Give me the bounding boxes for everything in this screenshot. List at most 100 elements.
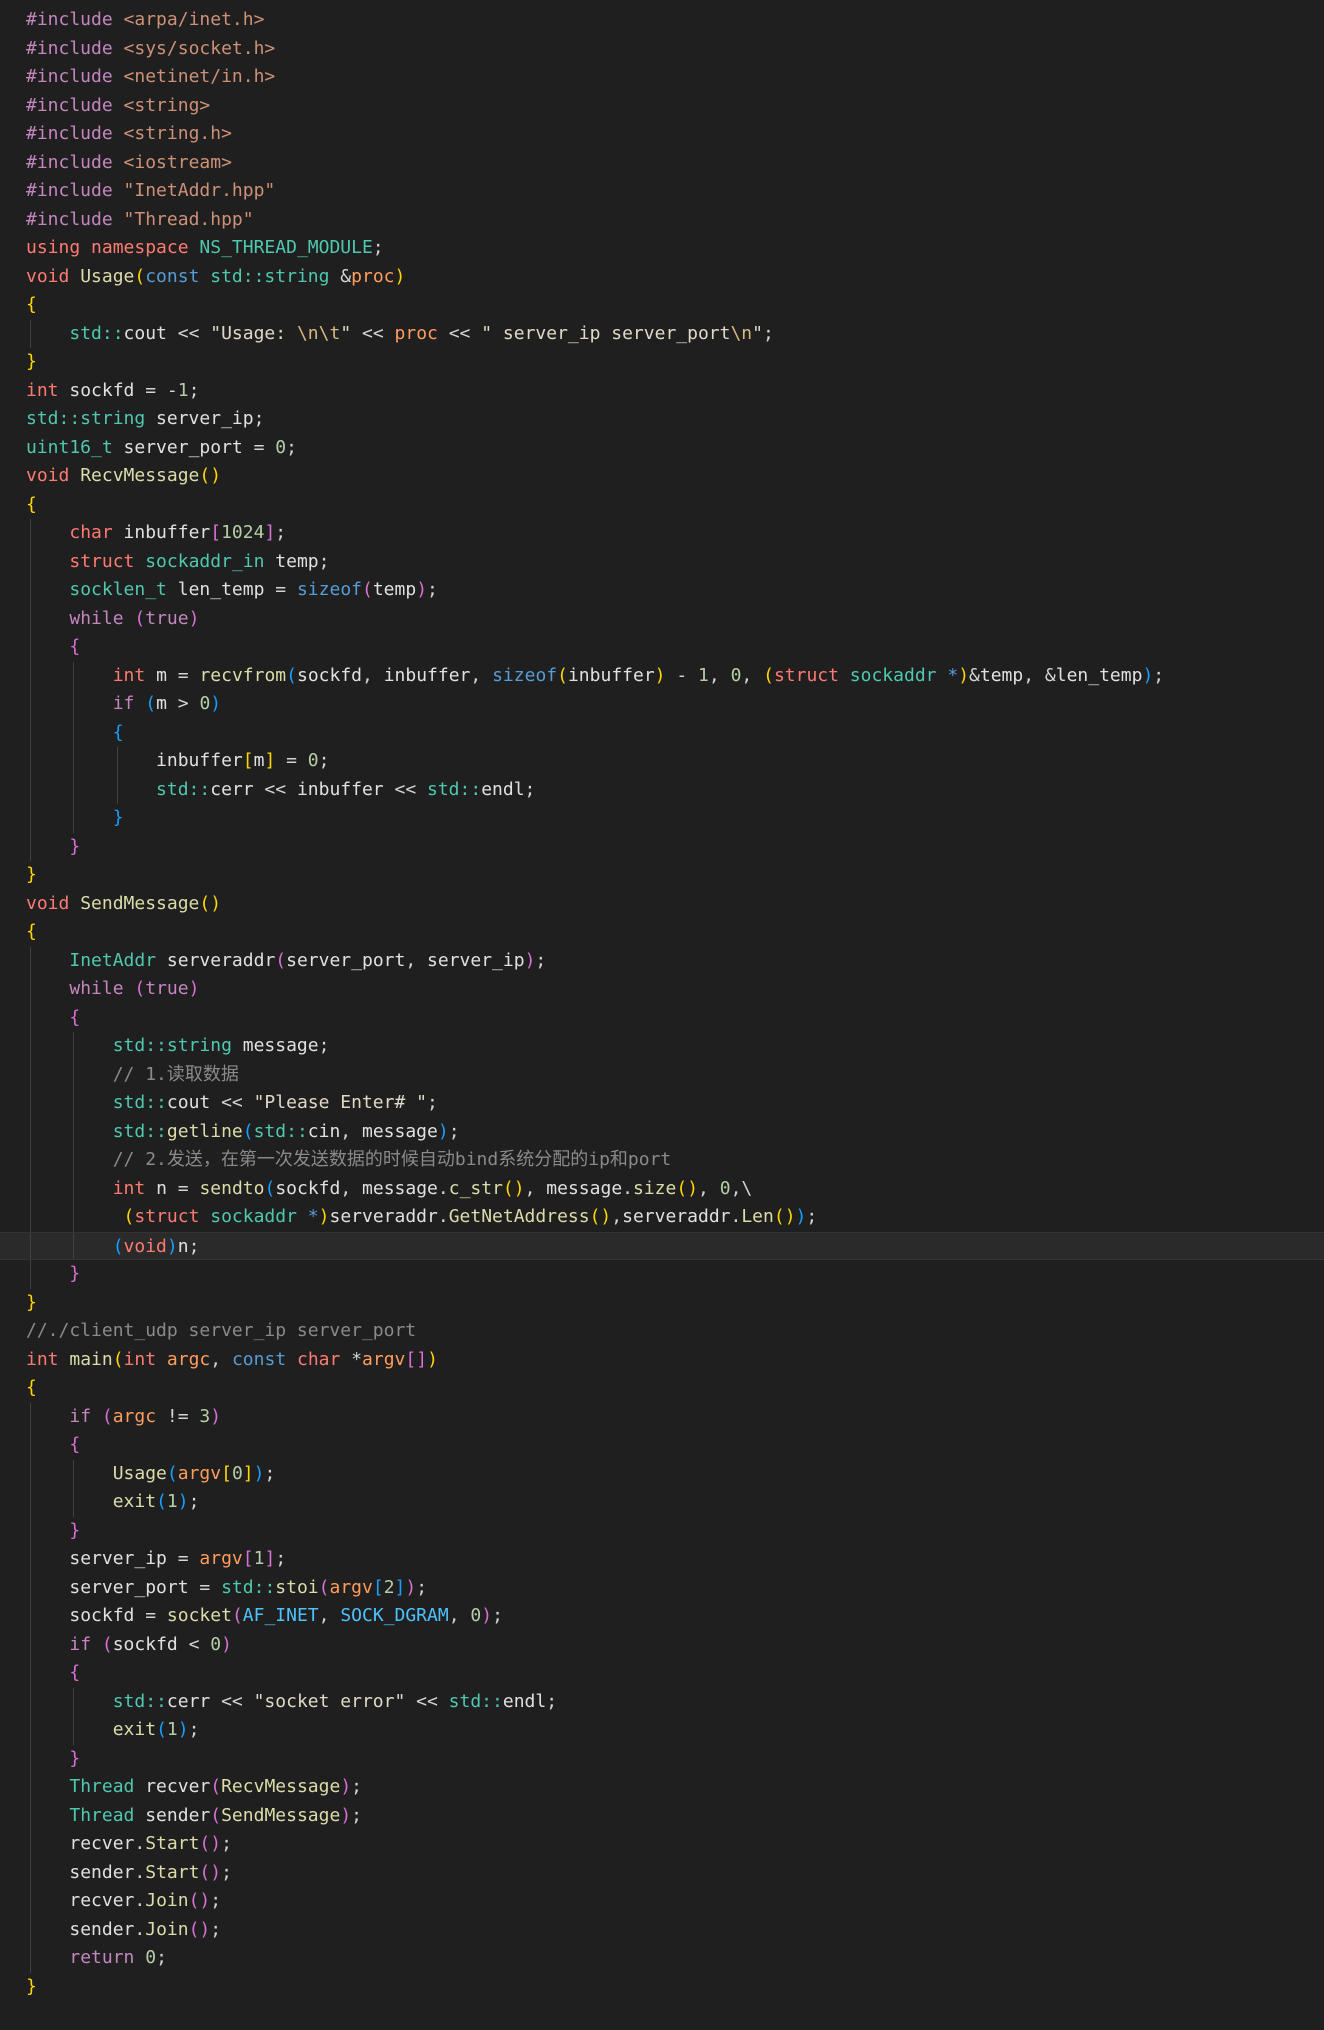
code-token: #include bbox=[26, 9, 124, 30]
code-line[interactable]: recver.Join(); bbox=[0, 1887, 1324, 1916]
code-token: namespace bbox=[91, 237, 200, 258]
code-line[interactable]: std::getline(std::cin, message); bbox=[0, 1117, 1324, 1146]
code-line[interactable]: int sockfd = -1; bbox=[0, 377, 1324, 406]
code-token: << bbox=[221, 1690, 254, 1712]
code-line[interactable]: { bbox=[0, 633, 1324, 662]
code-editor[interactable]: #include <arpa/inet.h> #include <sys/sock… bbox=[0, 6, 1324, 2030]
code-line[interactable]: int n = sendto(sockfd, message.c_str(), … bbox=[0, 1174, 1324, 1203]
code-line[interactable]: Usage(argv[0]); bbox=[0, 1459, 1324, 1488]
code-line[interactable]: exit(1); bbox=[0, 1488, 1324, 1517]
code-token: InetAddr bbox=[69, 949, 167, 971]
code-line[interactable]: #include <netinet/in.h> bbox=[0, 63, 1324, 92]
code-line[interactable]: #include "Thread.hpp" bbox=[0, 206, 1324, 235]
code-line[interactable]: { bbox=[0, 291, 1324, 320]
code-line[interactable]: int m = recvfrom(sockfd, inbuffer, sizeo… bbox=[0, 661, 1324, 690]
code-line[interactable]: } bbox=[0, 1744, 1324, 1773]
code-line[interactable]: { bbox=[0, 918, 1324, 947]
code-line[interactable]: std::string server_ip; bbox=[0, 405, 1324, 434]
indent-guide bbox=[30, 747, 31, 776]
code-line[interactable]: #include <sys/socket.h> bbox=[0, 35, 1324, 64]
code-line[interactable]: #include <arpa/inet.h> bbox=[0, 6, 1324, 35]
code-token: Usage bbox=[80, 265, 135, 287]
code-line[interactable]: } bbox=[0, 1289, 1324, 1318]
code-line[interactable]: // 2.发送，在第一次发送数据的时候自动bind系统分配的ip和port bbox=[0, 1146, 1324, 1175]
code-line[interactable]: std::cerr << inbuffer << std::endl; bbox=[0, 775, 1324, 804]
code-line[interactable]: // 1.读取数据 bbox=[0, 1060, 1324, 1089]
code-line[interactable]: Thread recver(RecvMessage); bbox=[0, 1773, 1324, 1802]
code-line[interactable]: sender.Join(); bbox=[0, 1915, 1324, 1944]
code-token: = bbox=[177, 1548, 200, 1569]
code-line[interactable]: #include <string> bbox=[0, 92, 1324, 121]
code-line[interactable]: char inbuffer[1024]; bbox=[0, 519, 1324, 548]
code-token: socket bbox=[166, 1605, 232, 1626]
code-line[interactable]: int main(int argc, const char *argv[]) bbox=[0, 1346, 1324, 1375]
code-line[interactable]: while (true) bbox=[0, 604, 1324, 633]
code-line[interactable]: server_port = std::stoi(argv[2]); bbox=[0, 1573, 1324, 1602]
code-line[interactable]: struct sockaddr_in temp; bbox=[0, 547, 1324, 576]
code-line[interactable]: if (argc != 3) bbox=[0, 1402, 1324, 1431]
code-line[interactable]: (void)n; bbox=[0, 1231, 1324, 1260]
code-line[interactable]: void SendMessage() bbox=[0, 890, 1324, 919]
code-line[interactable]: #include "InetAddr.hpp" bbox=[0, 177, 1324, 206]
code-line[interactable]: return 0; bbox=[0, 1944, 1324, 1973]
code-line[interactable]: { bbox=[0, 1431, 1324, 1460]
code-token: 0 bbox=[231, 1462, 243, 1484]
code-line[interactable]: { bbox=[0, 1003, 1324, 1032]
code-token: 2 bbox=[383, 1576, 395, 1598]
code-line[interactable]: server_ip = argv[1]; bbox=[0, 1545, 1324, 1574]
code-token: ) bbox=[394, 265, 406, 287]
code-token: argv bbox=[362, 1348, 406, 1370]
code-line[interactable]: } bbox=[0, 1973, 1324, 2002]
code-line[interactable]: #include <iostream> bbox=[0, 149, 1324, 178]
indent-guide bbox=[30, 1773, 31, 1802]
code-line[interactable]: { bbox=[0, 1659, 1324, 1688]
code-line[interactable]: } bbox=[0, 804, 1324, 833]
code-line[interactable]: std::string message; bbox=[0, 1032, 1324, 1061]
code-token: SendMessage bbox=[80, 892, 200, 914]
code-line[interactable]: uint16_t server_port = 0; bbox=[0, 434, 1324, 463]
code-token: std:: bbox=[112, 1092, 167, 1113]
code-line[interactable]: inbuffer[m] = 0; bbox=[0, 747, 1324, 776]
code-line[interactable]: void Usage(const std::string &proc) bbox=[0, 263, 1324, 292]
code-line[interactable]: recver.Start(); bbox=[0, 1830, 1324, 1859]
code-line[interactable]: { bbox=[0, 1374, 1324, 1403]
code-line[interactable]: { bbox=[0, 491, 1324, 520]
indent-guide bbox=[30, 1602, 31, 1631]
indent-guide bbox=[30, 832, 31, 861]
code-line[interactable]: while (true) bbox=[0, 975, 1324, 1004]
code-line[interactable]: if (m > 0) bbox=[0, 690, 1324, 719]
code-token: << bbox=[394, 778, 427, 800]
code-line[interactable]: //./client_udp server_ip server_port bbox=[0, 1317, 1324, 1346]
code-line[interactable]: if (sockfd < 0) bbox=[0, 1630, 1324, 1659]
code-token: ( bbox=[763, 664, 774, 686]
code-line[interactable]: Thread sender(SendMessage); bbox=[0, 1801, 1324, 1830]
code-token: ( bbox=[210, 1776, 222, 1797]
code-token: argc bbox=[166, 1348, 211, 1370]
code-line[interactable]: } bbox=[0, 861, 1324, 890]
code-line[interactable]: } bbox=[0, 832, 1324, 861]
code-token: ; bbox=[318, 550, 330, 572]
code-line[interactable]: using namespace NS_THREAD_MODULE; bbox=[0, 234, 1324, 263]
code-line[interactable]: } bbox=[0, 1260, 1324, 1289]
code-token: #include bbox=[26, 151, 124, 173]
code-line[interactable]: sockfd = socket(AF_INET, SOCK_DGRAM, 0); bbox=[0, 1602, 1324, 1631]
code-token: std:: bbox=[253, 1120, 308, 1142]
code-line[interactable]: } bbox=[0, 348, 1324, 377]
code-line[interactable]: InetAddr serveraddr(server_port, server_… bbox=[0, 946, 1324, 975]
code-line[interactable]: std::cout << "Usage: \n\t" << proc << " … bbox=[0, 319, 1324, 348]
code-line[interactable]: #include <string.h> bbox=[0, 120, 1324, 149]
code-line[interactable]: (struct sockaddr *)serveraddr.GetNetAddr… bbox=[0, 1203, 1324, 1232]
code-line[interactable]: std::cerr << "socket error" << std::endl… bbox=[0, 1687, 1324, 1716]
code-line[interactable]: exit(1); bbox=[0, 1716, 1324, 1745]
code-line[interactable]: sender.Start(); bbox=[0, 1858, 1324, 1887]
code-line[interactable]: } bbox=[0, 1516, 1324, 1545]
code-token: recvfrom bbox=[199, 664, 287, 686]
code-line[interactable]: { bbox=[0, 718, 1324, 747]
code-line[interactable]: socklen_t len_temp = sizeof(temp); bbox=[0, 576, 1324, 605]
code-line[interactable]: std::cout << "Please Enter# "; bbox=[0, 1089, 1324, 1118]
code-line[interactable]: void RecvMessage() bbox=[0, 462, 1324, 491]
code-token: <iostream> bbox=[123, 151, 232, 173]
